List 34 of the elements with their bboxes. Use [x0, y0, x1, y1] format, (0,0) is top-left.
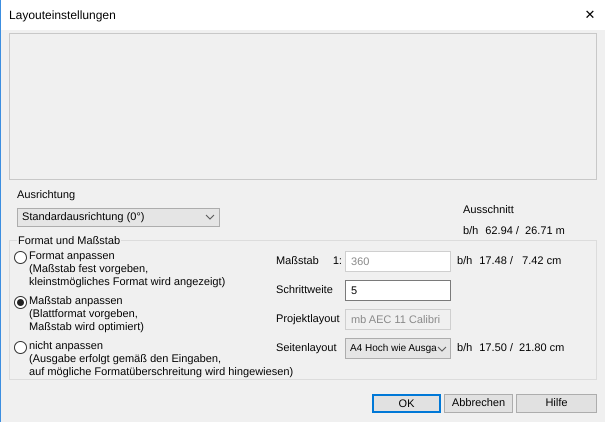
option-label: Format anpassen: [29, 250, 116, 263]
radio-button[interactable]: [14, 251, 27, 264]
radio-button[interactable]: [14, 341, 27, 354]
option-description: (Maßstab fest vorgeben,: [29, 263, 150, 276]
option-label: Maßstab anpassen: [29, 295, 124, 308]
dropdown[interactable]: A4 Hoch wie Ausga: [345, 338, 451, 359]
field-label: Maßstab: [276, 254, 319, 270]
orientation-dropdown[interactable]: Standardausrichtung (0°): [17, 208, 220, 226]
option-description: kleinstmögliches Format wird angezeigt): [29, 276, 226, 289]
option-description: auf mögliche Formatüberschreitung wird hingewiesen): [29, 366, 294, 379]
reading-value: 17.50 / 21.80 cm: [479, 341, 564, 356]
option-description: (Blattformat vorgeben,: [29, 308, 139, 321]
dialog-button[interactable]: OK: [372, 394, 441, 413]
reading-label: b/h: [457, 341, 472, 356]
reading-label: b/h: [457, 254, 472, 270]
extent-title: Ausschnitt: [463, 203, 515, 218]
dialog-button[interactable]: Abbrechen: [444, 394, 513, 413]
reading-value: 17.48 / 7.42 cm: [479, 254, 562, 270]
scale-prefix: 1:: [332, 254, 342, 270]
chevron-down-icon: [205, 214, 215, 220]
field-label: Projektlayout: [276, 312, 340, 328]
option-description: (Ausgabe erfolgt gemäß den Eingaben,: [29, 353, 222, 366]
close-button[interactable]: ✕: [575, 0, 605, 30]
orientation-label: Ausrichtung: [17, 188, 76, 203]
field-label: Seitenlayout: [276, 341, 337, 356]
radio-button[interactable]: [14, 296, 27, 309]
dialog-button[interactable]: Hilfe: [516, 394, 597, 413]
field-label: Schrittweite: [276, 283, 333, 298]
text-field[interactable]: 5: [345, 280, 451, 301]
option-description: Maßstab wird optimiert): [29, 321, 144, 334]
window-title: Layouteinstellungen: [9, 7, 116, 24]
chevron-down-icon: [436, 346, 447, 352]
reading-label: b/h: [463, 224, 478, 238]
reading-value: 62.94 / 26.71 m: [485, 224, 565, 238]
